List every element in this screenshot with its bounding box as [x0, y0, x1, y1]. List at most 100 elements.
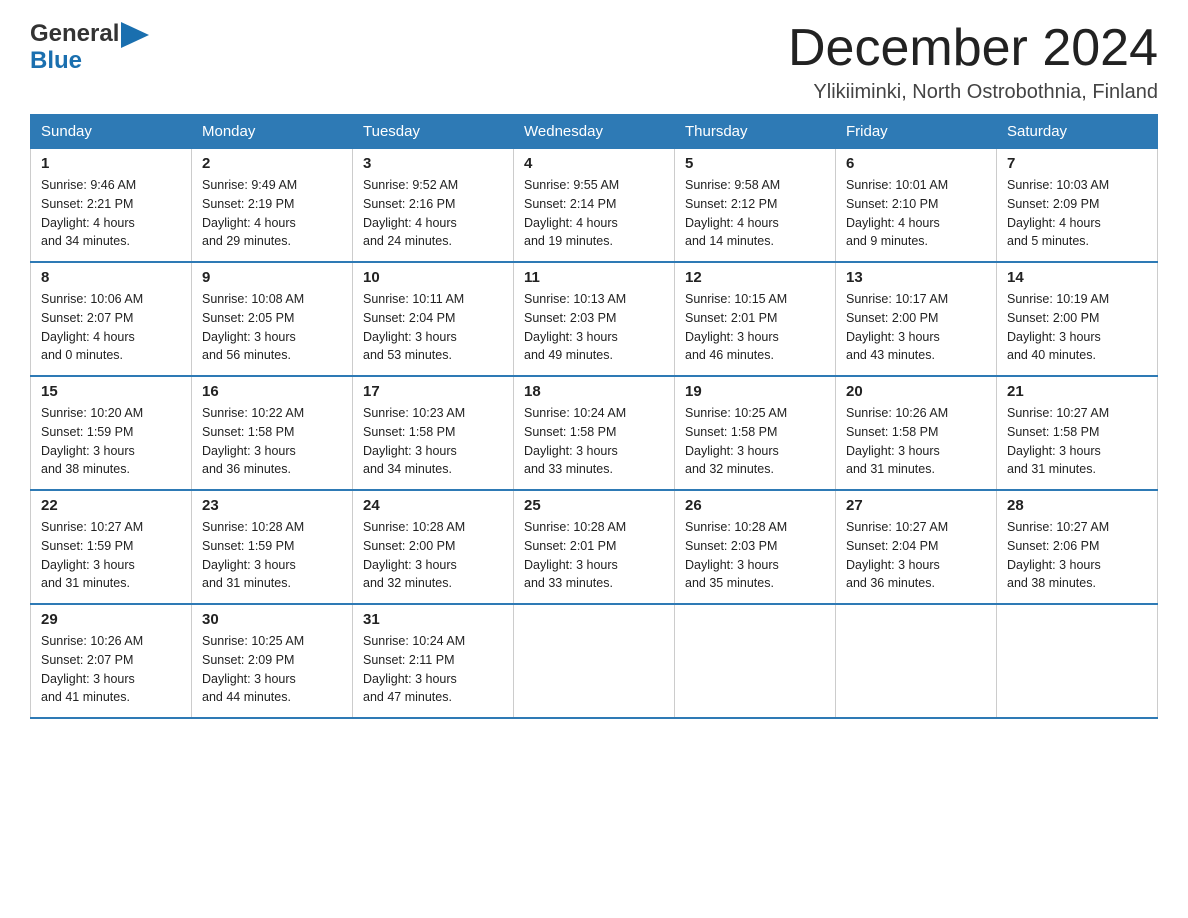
- calendar-day: 20 Sunrise: 10:26 AMSunset: 1:58 PMDaylig…: [836, 376, 997, 490]
- day-info: Sunrise: 10:25 AMSunset: 2:09 PMDaylight…: [202, 632, 342, 707]
- day-number: 29: [41, 611, 181, 628]
- calendar-day: 30 Sunrise: 10:25 AMSunset: 2:09 PMDaylig…: [192, 604, 353, 718]
- day-info: Sunrise: 9:55 AMSunset: 2:14 PMDaylight:…: [524, 176, 664, 251]
- day-info: Sunrise: 10:11 AMSunset: 2:04 PMDaylight…: [363, 290, 503, 365]
- weekday-header-wednesday: Wednesday: [514, 115, 675, 149]
- weekday-row: SundayMondayTuesdayWednesdayThursdayFrid…: [31, 115, 1158, 149]
- calendar-day: [514, 604, 675, 718]
- day-info: Sunrise: 10:15 AMSunset: 2:01 PMDaylight…: [685, 290, 825, 365]
- day-number: 12: [685, 269, 825, 286]
- day-number: 23: [202, 497, 342, 514]
- day-info: Sunrise: 10:27 AMSunset: 1:59 PMDaylight…: [41, 518, 181, 593]
- page-header: General Blue December 2024 Ylikiiminki, …: [30, 20, 1158, 104]
- calendar-day: 23Sunrise: 10:28 AMSunset: 1:59 PMDaylig…: [192, 490, 353, 604]
- calendar-day: 27 Sunrise: 10:27 AMSunset: 2:04 PMDaylig…: [836, 490, 997, 604]
- calendar-day: 25Sunrise: 10:28 AMSunset: 2:01 PMDaylig…: [514, 490, 675, 604]
- calendar-week-1: 1 Sunrise: 9:46 AMSunset: 2:21 PMDaylight…: [31, 149, 1158, 263]
- logo-text: General: [30, 21, 119, 47]
- calendar-day: 10 Sunrise: 10:11 AMSunset: 2:04 PMDaylig…: [353, 262, 514, 376]
- day-number: 25: [524, 497, 664, 514]
- day-info: Sunrise: 10:25 AMSunset: 1:58 PMDaylight…: [685, 404, 825, 479]
- weekday-header-monday: Monday: [192, 115, 353, 149]
- calendar-day: 26 Sunrise: 10:28 AMSunset: 2:03 PMDaylig…: [675, 490, 836, 604]
- calendar-day: 18Sunrise: 10:24 AMSunset: 1:58 PMDaylig…: [514, 376, 675, 490]
- day-info: Sunrise: 10:20 AMSunset: 1:59 PMDaylight…: [41, 404, 181, 479]
- day-info: Sunrise: 10:28 AMSunset: 2:00 PMDaylight…: [363, 518, 503, 593]
- calendar-day: 24Sunrise: 10:28 AMSunset: 2:00 PMDaylig…: [353, 490, 514, 604]
- calendar-day: [836, 604, 997, 718]
- calendar-day: 29 Sunrise: 10:26 AMSunset: 2:07 PMDaylig…: [31, 604, 192, 718]
- day-info: Sunrise: 10:24 AMSunset: 2:11 PMDaylight…: [363, 632, 503, 707]
- day-info: Sunrise: 10:27 AMSunset: 2:04 PMDaylight…: [846, 518, 986, 593]
- day-info: Sunrise: 10:19 AMSunset: 2:00 PMDaylight…: [1007, 290, 1147, 365]
- day-number: 1: [41, 155, 181, 172]
- calendar-day: 22 Sunrise: 10:27 AMSunset: 1:59 PMDaylig…: [31, 490, 192, 604]
- calendar-day: 2 Sunrise: 9:49 AMSunset: 2:19 PMDaylight…: [192, 149, 353, 263]
- day-number: 31: [363, 611, 503, 628]
- calendar-day: 21Sunrise: 10:27 AMSunset: 1:58 PMDaylig…: [997, 376, 1158, 490]
- day-number: 6: [846, 155, 986, 172]
- day-info: Sunrise: 10:01 AMSunset: 2:10 PMDaylight…: [846, 176, 986, 251]
- day-info: Sunrise: 9:52 AMSunset: 2:16 PMDaylight:…: [363, 176, 503, 251]
- day-number: 19: [685, 383, 825, 400]
- day-number: 22: [41, 497, 181, 514]
- calendar-table: SundayMondayTuesdayWednesdayThursdayFrid…: [30, 114, 1158, 719]
- day-info: Sunrise: 10:27 AMSunset: 2:06 PMDaylight…: [1007, 518, 1147, 593]
- day-number: 30: [202, 611, 342, 628]
- calendar-day: [675, 604, 836, 718]
- calendar-day: 14 Sunrise: 10:19 AMSunset: 2:00 PMDaylig…: [997, 262, 1158, 376]
- day-info: Sunrise: 10:13 AMSunset: 2:03 PMDaylight…: [524, 290, 664, 365]
- day-info: Sunrise: 9:46 AMSunset: 2:21 PMDaylight:…: [41, 176, 181, 251]
- day-info: Sunrise: 10:28 AMSunset: 2:03 PMDaylight…: [685, 518, 825, 593]
- day-number: 27: [846, 497, 986, 514]
- calendar-day: 15 Sunrise: 10:20 AMSunset: 1:59 PMDaylig…: [31, 376, 192, 490]
- day-number: 4: [524, 155, 664, 172]
- calendar-body: 1 Sunrise: 9:46 AMSunset: 2:21 PMDaylight…: [31, 149, 1158, 719]
- day-number: 21: [1007, 383, 1147, 400]
- day-number: 11: [524, 269, 664, 286]
- day-number: 14: [1007, 269, 1147, 286]
- calendar-day: 5 Sunrise: 9:58 AMSunset: 2:12 PMDaylight…: [675, 149, 836, 263]
- day-info: Sunrise: 9:58 AMSunset: 2:12 PMDaylight:…: [685, 176, 825, 251]
- day-number: 15: [41, 383, 181, 400]
- calendar-day: 19 Sunrise: 10:25 AMSunset: 1:58 PMDaylig…: [675, 376, 836, 490]
- weekday-header-thursday: Thursday: [675, 115, 836, 149]
- day-info: Sunrise: 10:26 AMSunset: 2:07 PMDaylight…: [41, 632, 181, 707]
- calendar-day: 12 Sunrise: 10:15 AMSunset: 2:01 PMDaylig…: [675, 262, 836, 376]
- weekday-header-friday: Friday: [836, 115, 997, 149]
- day-number: 5: [685, 155, 825, 172]
- calendar-day: 11 Sunrise: 10:13 AMSunset: 2:03 PMDaylig…: [514, 262, 675, 376]
- day-number: 10: [363, 269, 503, 286]
- calendar-day: 17Sunrise: 10:23 AMSunset: 1:58 PMDaylig…: [353, 376, 514, 490]
- calendar-header: SundayMondayTuesdayWednesdayThursdayFrid…: [31, 115, 1158, 149]
- day-info: Sunrise: 9:49 AMSunset: 2:19 PMDaylight:…: [202, 176, 342, 251]
- location: Ylikiiminki, North Ostrobothnia, Finland: [788, 81, 1158, 104]
- calendar-day: 1 Sunrise: 9:46 AMSunset: 2:21 PMDaylight…: [31, 149, 192, 263]
- day-number: 13: [846, 269, 986, 286]
- logo-blue-text: Blue: [30, 47, 82, 74]
- day-number: 18: [524, 383, 664, 400]
- weekday-header-tuesday: Tuesday: [353, 115, 514, 149]
- weekday-header-saturday: Saturday: [997, 115, 1158, 149]
- day-info: Sunrise: 10:23 AMSunset: 1:58 PMDaylight…: [363, 404, 503, 479]
- calendar-week-5: 29 Sunrise: 10:26 AMSunset: 2:07 PMDaylig…: [31, 604, 1158, 718]
- day-number: 20: [846, 383, 986, 400]
- calendar-week-2: 8Sunrise: 10:06 AMSunset: 2:07 PMDayligh…: [31, 262, 1158, 376]
- calendar-week-3: 15 Sunrise: 10:20 AMSunset: 1:59 PMDaylig…: [31, 376, 1158, 490]
- month-title: December 2024: [788, 20, 1158, 77]
- weekday-header-sunday: Sunday: [31, 115, 192, 149]
- calendar-day: 7Sunrise: 10:03 AMSunset: 2:09 PMDayligh…: [997, 149, 1158, 263]
- calendar-day: [997, 604, 1158, 718]
- logo: General Blue: [30, 20, 149, 74]
- calendar-day: 4 Sunrise: 9:55 AMSunset: 2:14 PMDaylight…: [514, 149, 675, 263]
- day-number: 16: [202, 383, 342, 400]
- calendar-day: 13Sunrise: 10:17 AMSunset: 2:00 PMDaylig…: [836, 262, 997, 376]
- day-info: Sunrise: 10:06 AMSunset: 2:07 PMDaylight…: [41, 290, 181, 365]
- day-info: Sunrise: 10:26 AMSunset: 1:58 PMDaylight…: [846, 404, 986, 479]
- calendar-day: 31 Sunrise: 10:24 AMSunset: 2:11 PMDaylig…: [353, 604, 514, 718]
- calendar-day: 16Sunrise: 10:22 AMSunset: 1:58 PMDaylig…: [192, 376, 353, 490]
- day-number: 2: [202, 155, 342, 172]
- day-info: Sunrise: 10:08 AMSunset: 2:05 PMDaylight…: [202, 290, 342, 365]
- logo-icon: [121, 22, 149, 48]
- day-number: 26: [685, 497, 825, 514]
